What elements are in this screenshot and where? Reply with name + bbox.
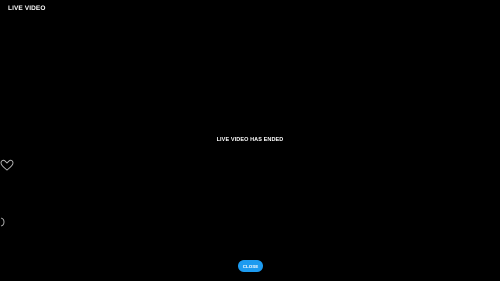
- reaction-arc-icon: [0, 217, 5, 227]
- live-ended-message: LIVE VIDEO HAS ENDED: [216, 137, 284, 143]
- page-title: LIVE VIDEO: [8, 5, 46, 12]
- close-button[interactable]: CLOSE: [238, 260, 263, 272]
- live-video-screen: LIVE VIDEO LIVE VIDEO HAS ENDED CLOSE: [0, 0, 500, 281]
- heart-icon: [0, 159, 14, 171]
